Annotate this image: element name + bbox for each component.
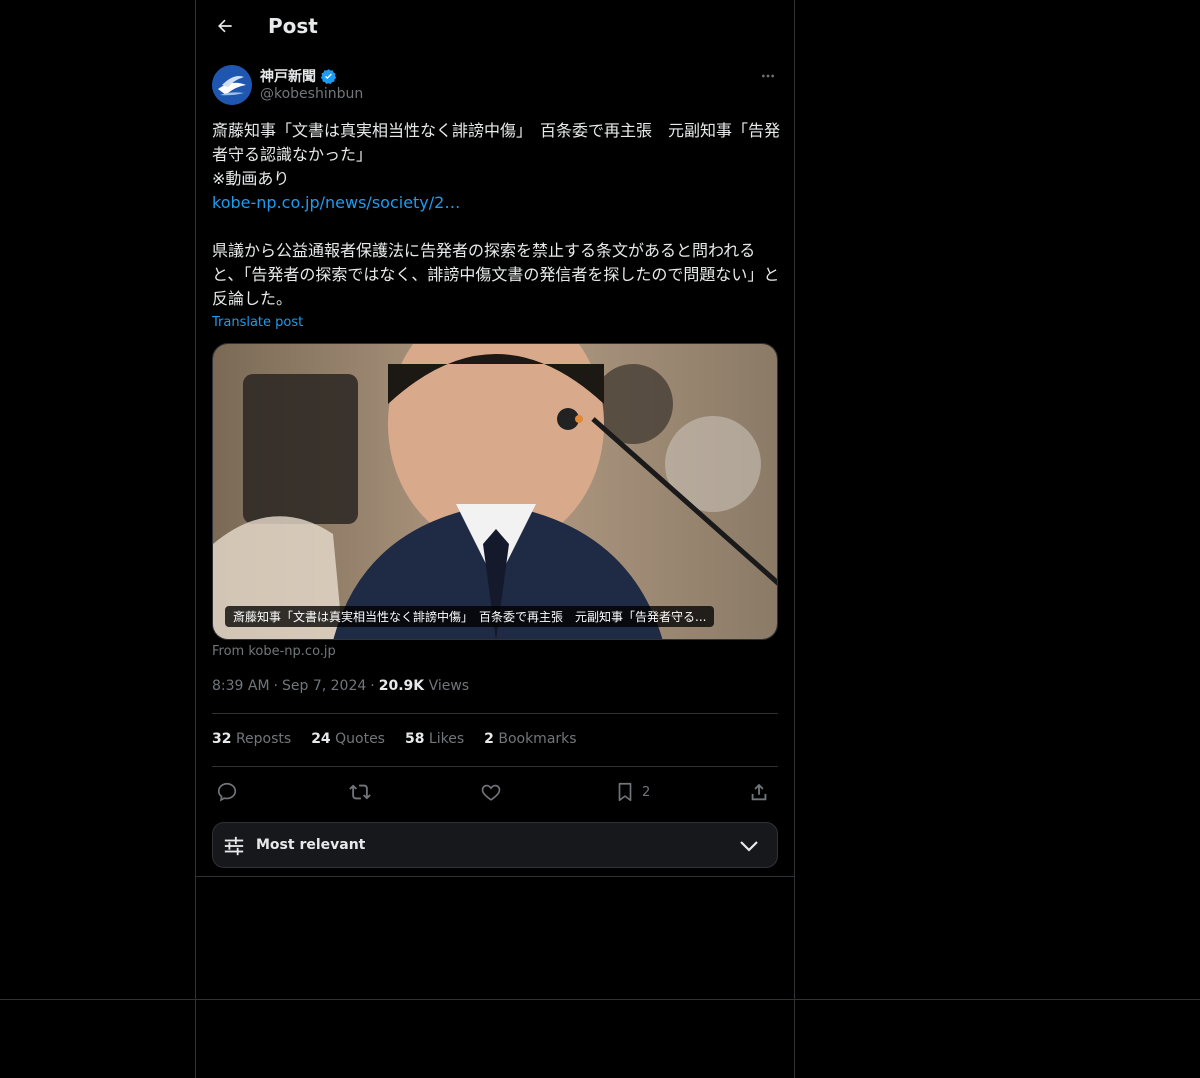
- arrow-left-icon: [218, 19, 232, 33]
- bookmark-icon: [618, 782, 632, 802]
- sort-label: Most relevant: [256, 837, 366, 853]
- stat-label: Quotes: [335, 731, 385, 747]
- kobe-shinbun-logo-icon: [212, 65, 252, 105]
- divider: [212, 766, 778, 767]
- more-options-button[interactable]: [758, 66, 778, 86]
- meta-separator: ·: [273, 678, 278, 694]
- reply-bubble-icon: [217, 782, 237, 802]
- stat-quotes[interactable]: 24 Quotes: [311, 731, 385, 747]
- verified-badge-icon: [320, 68, 337, 84]
- views-stat[interactable]: 20.9K Views: [379, 678, 469, 694]
- stat-count: 58: [404, 731, 425, 747]
- engagement-stats: 32 Reposts 24 Quotes 58 Likes 2 Bookmark…: [212, 731, 577, 747]
- views-label: Views: [428, 678, 470, 694]
- meta-separator: ·: [370, 678, 375, 694]
- reply-sort-dropdown[interactable]: Most relevant: [212, 822, 778, 868]
- sliders-icon: [224, 836, 244, 856]
- author-display-name[interactable]: 神戸新聞: [260, 66, 337, 86]
- link-preview-card[interactable]: 斎藤知事「文書は真実相当性なく誹謗中傷」 百条委で再主張 元副知事「告発者守る.…: [212, 343, 778, 640]
- post-headline: 斎藤知事「文書は真実相当性なく誹謗中傷」 百条委で再主張 元副知事「告発者守る認…: [212, 121, 781, 164]
- stat-label: Reposts: [235, 731, 292, 747]
- more-dots-icon: [762, 74, 774, 78]
- like-button[interactable]: [480, 778, 502, 806]
- chevron-down-icon: [740, 841, 758, 852]
- repost-button[interactable]: [349, 778, 371, 806]
- main-column: Post 神戸新聞 @kobeshinbun 斎藤知事「文書は真実相当性なく誹謗…: [195, 0, 795, 1078]
- post-video-note: ※動画あり: [212, 169, 290, 188]
- divider: [212, 713, 778, 714]
- stat-likes[interactable]: 58 Likes: [405, 731, 464, 747]
- link-source[interactable]: From kobe-np.co.jp: [212, 644, 336, 659]
- post-link[interactable]: kobe-np.co.jp/news/society/2…: [212, 193, 460, 212]
- post-meta: 8:39 AM · Sep 7, 2024 · 20.9K Views: [212, 678, 469, 694]
- share-button[interactable]: [748, 778, 770, 806]
- author-name-text: 神戸新聞: [260, 69, 316, 85]
- post-body: 県議から公益通報者保護法に告発者の探索を禁止する条文があると問われると、「告発者…: [212, 241, 780, 308]
- section-divider: [196, 876, 794, 877]
- bookmark-count: 2: [642, 784, 651, 800]
- repost-icon: [349, 784, 371, 800]
- stat-count: 2: [484, 731, 494, 747]
- stat-label: Likes: [428, 731, 465, 747]
- stat-count: 24: [311, 731, 331, 747]
- page-title: Post: [268, 14, 318, 38]
- action-bar: 2: [212, 778, 778, 806]
- post-text: 斎藤知事「文書は真実相当性なく誹謗中傷」 百条委で再主張 元副知事「告発者守る認…: [212, 119, 782, 311]
- heart-icon: [481, 784, 501, 801]
- preview-photo-icon: [213, 344, 777, 639]
- author-row: 神戸新聞 @kobeshinbun: [212, 64, 778, 108]
- share-upload-icon: [751, 783, 767, 801]
- stat-count: 32: [212, 731, 232, 747]
- back-button[interactable]: [208, 9, 242, 43]
- author-handle[interactable]: @kobeshinbun: [260, 86, 363, 102]
- link-preview-caption: 斎藤知事「文書は真実相当性なく誹謗中傷」 百条委で再主張 元副知事「告発者守る.…: [225, 606, 715, 627]
- avatar[interactable]: [212, 65, 252, 105]
- stat-reposts[interactable]: 32 Reposts: [212, 731, 291, 747]
- translate-post-link[interactable]: Translate post: [212, 315, 303, 330]
- views-count: 20.9K: [378, 678, 425, 694]
- post-date[interactable]: Sep 7, 2024: [282, 678, 366, 694]
- stat-bookmarks[interactable]: 2 Bookmarks: [484, 731, 576, 747]
- bookmark-button[interactable]: 2: [614, 778, 650, 806]
- post-time[interactable]: 8:39 AM: [212, 678, 270, 694]
- top-bar: Post: [196, 0, 794, 53]
- reply-button[interactable]: [216, 778, 238, 806]
- stat-label: Bookmarks: [498, 731, 577, 747]
